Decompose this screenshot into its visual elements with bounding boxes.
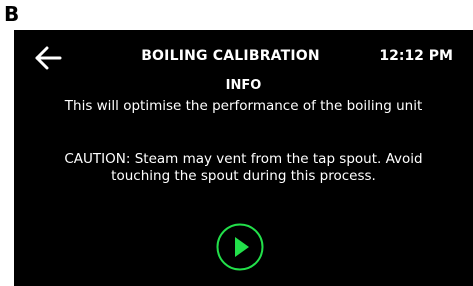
play-icon xyxy=(216,223,264,271)
back-button[interactable] xyxy=(34,46,62,70)
screen-title: BOILING CALIBRATION xyxy=(141,48,320,64)
caution-text: CAUTION: Steam may vent from the tap spo… xyxy=(64,151,423,184)
clock-time: 12:12 PM xyxy=(379,48,453,64)
info-heading: INFO xyxy=(225,78,262,93)
device-screen: BOILING CALIBRATION 12:12 PM INFO This w… xyxy=(14,30,473,286)
start-calibration-button[interactable] xyxy=(216,223,264,271)
description-text: This will optimise the performance of th… xyxy=(64,98,423,114)
arrow-left-icon xyxy=(35,46,62,70)
panel-label: B xyxy=(4,2,20,26)
